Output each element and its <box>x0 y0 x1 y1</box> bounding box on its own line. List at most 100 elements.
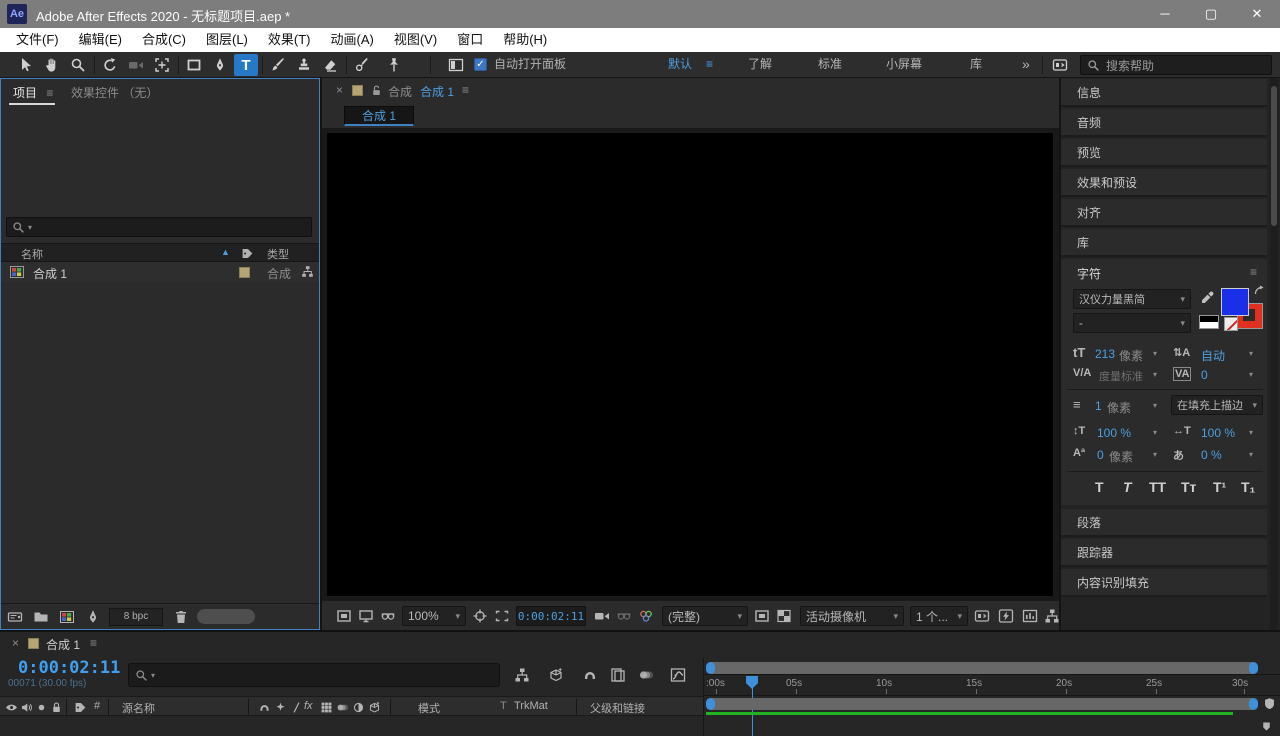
magnification-dropdown[interactable]: 100%▾ <box>402 606 466 626</box>
faux-bold-button[interactable]: T <box>1095 479 1104 495</box>
mask-visibility-icon[interactable] <box>380 608 396 624</box>
roto-brush-tool-icon[interactable] <box>350 54 374 76</box>
timeline-panel-menu-icon[interactable]: ≡ <box>90 636 97 650</box>
motion-blur-switch-icon[interactable] <box>320 701 333 714</box>
view-count-dropdown[interactable]: 1 个...▾ <box>910 606 968 626</box>
new-composition-icon[interactable] <box>59 609 75 625</box>
minimize-button[interactable]: ─ <box>1142 0 1188 28</box>
default-fill-stroke-chip[interactable] <box>1199 315 1219 329</box>
show-channel-icon[interactable] <box>638 608 654 624</box>
maximize-button[interactable]: ▢ <box>1188 0 1234 28</box>
auto-open-panels-checkbox[interactable]: ✓ <box>474 58 487 71</box>
tracking-value[interactable]: 0 <box>1201 368 1208 382</box>
timeline-tab-label[interactable]: 合成 1 <box>46 636 80 653</box>
all-caps-button[interactable]: TT <box>1149 479 1166 495</box>
primary-viewer-icon[interactable] <box>358 608 374 624</box>
always-preview-icon[interactable] <box>336 608 352 624</box>
resolution-dropdown[interactable]: (完整)▾ <box>662 606 748 626</box>
layer-number-column[interactable]: # <box>94 700 100 712</box>
subscript-button[interactable]: T₁ <box>1241 479 1255 495</box>
trkmat-column[interactable]: TrkMat <box>514 700 548 712</box>
navigator-start-cap[interactable] <box>706 662 715 674</box>
help-search-input[interactable]: 搜索帮助 <box>1080 55 1272 75</box>
panel-tab-info[interactable]: 信息 <box>1061 79 1267 107</box>
font-size-value[interactable]: 213 <box>1095 347 1115 361</box>
menu-window[interactable]: 窗口 <box>447 28 493 52</box>
lock-column-icon[interactable] <box>50 701 63 714</box>
stroke-width-dropdown-arrow[interactable]: ▾ <box>1153 401 1157 410</box>
viewer-tab-close-icon[interactable]: × <box>336 83 343 97</box>
workspace-more-chevron[interactable]: » <box>1022 52 1030 77</box>
menu-edit[interactable]: 编辑(E) <box>69 28 132 52</box>
mode-column[interactable]: 模式 <box>418 700 440 716</box>
fx-switch-icon[interactable]: fx <box>304 700 313 712</box>
source-name-column[interactable]: 源名称 <box>122 700 155 716</box>
menu-composition[interactable]: 合成(C) <box>132 28 196 52</box>
font-family-dropdown[interactable]: 汉仪力量黑简▾ <box>1073 289 1191 309</box>
show-snapshot-icon[interactable] <box>616 608 632 624</box>
composition-canvas[interactable] <box>327 133 1053 596</box>
baseline-shift-value[interactable]: 0 <box>1097 448 1104 462</box>
project-settings-icon[interactable] <box>85 609 101 625</box>
trash-icon[interactable] <box>173 609 189 625</box>
panel-tab-preview[interactable]: 预览 <box>1061 139 1267 167</box>
superscript-button[interactable]: T¹ <box>1213 479 1226 495</box>
workspace-menu-icon[interactable]: ≡ <box>706 52 713 77</box>
footer-scroll-pill[interactable] <box>197 609 255 624</box>
menu-effect[interactable]: 效果(T) <box>258 28 321 52</box>
pen-tool-icon[interactable] <box>208 54 232 76</box>
selection-tool-icon[interactable] <box>14 54 38 76</box>
project-row-comp1[interactable]: 合成 1 合成 <box>1 262 319 282</box>
transparency-grid-icon[interactable] <box>776 608 792 624</box>
rotate-tool-icon[interactable] <box>98 54 122 76</box>
menu-animation[interactable]: 动画(A) <box>321 28 384 52</box>
parent-link-column[interactable]: 父级和链接 <box>590 700 645 716</box>
menu-file[interactable]: 文件(F) <box>6 28 69 52</box>
stroke-type-dropdown[interactable]: 在填充上描边▾ <box>1171 395 1263 415</box>
workspace-settings-icon[interactable] <box>1048 54 1072 76</box>
column-type[interactable]: 类型 <box>267 246 289 262</box>
timeline-tab-close-icon[interactable]: × <box>12 636 19 650</box>
column-name[interactable]: 名称 <box>21 246 43 262</box>
panel-tab-tracker[interactable]: 跟踪器 <box>1061 539 1267 567</box>
label-color-swatch[interactable] <box>239 267 250 278</box>
video-eye-icon[interactable] <box>5 701 18 714</box>
share-view-icon[interactable] <box>974 608 990 624</box>
stroke-width-value[interactable]: 1 <box>1095 399 1102 413</box>
leading-dropdown-arrow[interactable]: ▾ <box>1249 349 1253 358</box>
panel-tab-libraries[interactable]: 库 <box>1061 229 1267 257</box>
panel-tab-content-aware-fill[interactable]: 内容识别填充 <box>1061 569 1267 597</box>
close-button[interactable]: ✕ <box>1234 0 1280 28</box>
rectangle-tool-icon[interactable] <box>182 54 206 76</box>
menu-help[interactable]: 帮助(H) <box>493 28 557 52</box>
panel-tab-effects-presets[interactable]: 效果和预设 <box>1061 169 1267 197</box>
panel-tab-align[interactable]: 对齐 <box>1061 199 1267 227</box>
sort-ascending-icon[interactable]: ▲ <box>221 247 230 257</box>
tab-effect-controls[interactable]: 效果控件 （无） <box>71 84 158 101</box>
interpret-footage-icon[interactable] <box>7 609 23 625</box>
mini-flowchart-icon[interactable] <box>1044 608 1060 624</box>
viewer-panel-menu-icon[interactable]: ≡ <box>462 83 469 97</box>
no-color-chip[interactable] <box>1224 317 1238 331</box>
effects-switch-icon[interactable] <box>274 701 287 714</box>
audio-speaker-icon[interactable] <box>20 701 33 714</box>
brush-tool-icon[interactable] <box>266 54 290 76</box>
grid-guides-icon[interactable] <box>472 608 488 624</box>
timeline-search-input[interactable]: ▾ <box>128 663 500 687</box>
puppet-pin-tool-icon[interactable] <box>382 54 406 76</box>
sidebar-scrollbar-thumb[interactable] <box>1271 86 1277 226</box>
shy-layers-icon[interactable] <box>582 667 598 683</box>
workspace-tab-libraries[interactable]: 库 <box>970 52 982 77</box>
time-ruler[interactable]: :00s 05s 10s 15s 20s 25s 30s <box>704 674 1280 696</box>
region-of-interest-icon[interactable] <box>494 608 510 624</box>
project-item-name[interactable]: 合成 1 <box>33 265 67 282</box>
work-area-bar[interactable] <box>706 698 1258 710</box>
leading-value[interactable]: 自动 <box>1201 347 1225 364</box>
clone-stamp-tool-icon[interactable] <box>292 54 316 76</box>
comp-label-swatch[interactable] <box>352 85 363 96</box>
hand-tool-icon[interactable] <box>40 54 64 76</box>
panel-toggle-icon[interactable] <box>444 54 468 76</box>
small-caps-button[interactable]: Tᴛ <box>1181 479 1196 495</box>
zoom-tool-icon[interactable] <box>66 54 90 76</box>
character-panel-title[interactable]: 字符 <box>1077 265 1101 282</box>
